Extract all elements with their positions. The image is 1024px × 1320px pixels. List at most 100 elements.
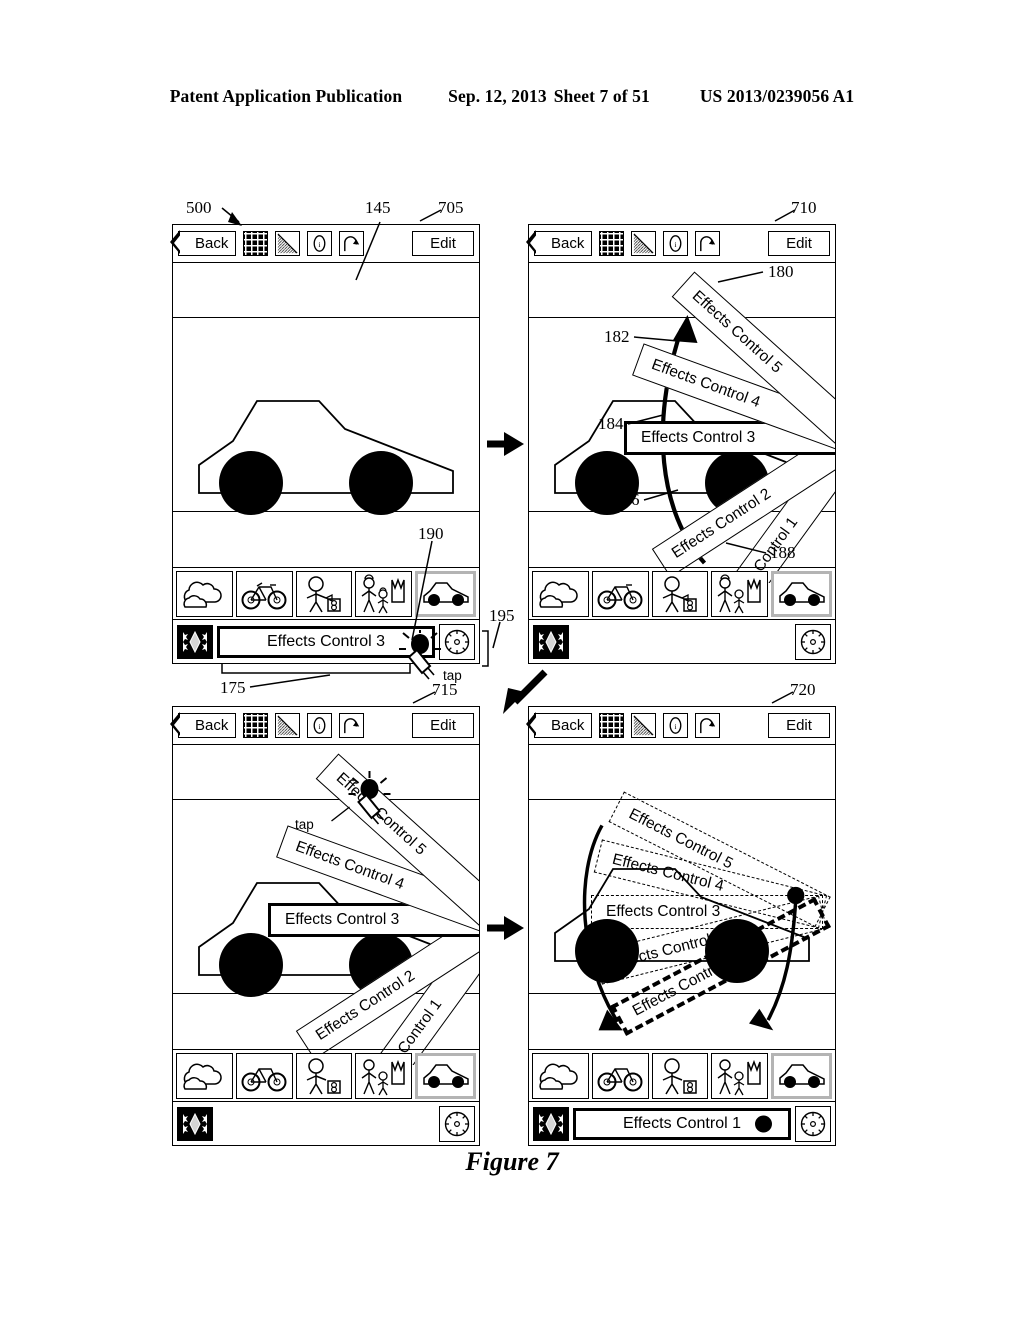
rotate-icon[interactable] <box>339 231 365 256</box>
toolbar: Back i Edit <box>525 225 835 263</box>
rotate-icon[interactable] <box>339 713 365 738</box>
image-canvas[interactable]: Effects Control 1 Effects Control 2 Effe… <box>173 745 479 1065</box>
gradient-icon[interactable] <box>631 713 657 738</box>
thumbnail-filmstrip[interactable] <box>529 1049 835 1101</box>
grid-icon[interactable] <box>243 713 269 738</box>
photographer-thumbnail[interactable] <box>295 1052 353 1099</box>
edit-button-label: Edit <box>430 235 456 252</box>
car-thumbnail[interactable] <box>771 1052 832 1099</box>
tap-label: tap <box>295 817 314 832</box>
grid-icon[interactable] <box>599 713 625 738</box>
effects-bottom-bar[interactable]: Effects Control 1 <box>529 1101 835 1145</box>
bicycle-thumbnail[interactable] <box>235 570 293 617</box>
gradient-icon[interactable] <box>275 231 301 256</box>
ref-195: 195 <box>489 606 515 625</box>
edit-button-label: Edit <box>430 717 456 734</box>
clouds-thumbnail[interactable] <box>176 1052 233 1099</box>
photographer-thumbnail[interactable] <box>651 570 709 617</box>
fan-bar-5-label: Effects Control 5 <box>332 769 430 859</box>
ref-720: 720 <box>790 680 816 699</box>
canvas-divider-top <box>529 799 835 800</box>
publication-date: Sep. 12, 2013 <box>448 86 547 106</box>
photographer-thumbnail[interactable] <box>651 1052 709 1099</box>
family-thumbnail[interactable] <box>711 1052 769 1099</box>
toolbar: Back i Edit <box>169 707 479 745</box>
bicycle-thumbnail[interactable] <box>235 1052 293 1099</box>
wheel-icon[interactable] <box>795 1105 831 1142</box>
back-button[interactable]: Back <box>525 230 593 256</box>
car-thumbnail[interactable] <box>415 570 476 617</box>
svg-text:i: i <box>319 722 321 731</box>
clouds-thumbnail[interactable] <box>176 570 233 617</box>
sparkle-icon[interactable] <box>177 1106 213 1141</box>
device-panel-500: Back i Edit Effects Control 3 <box>169 224 480 664</box>
ref-705: 705 <box>438 198 464 217</box>
annotation-layer <box>221 207 796 940</box>
info-icon[interactable]: i <box>663 713 689 738</box>
sheet-number: Sheet 7 of 51 <box>553 86 650 106</box>
selected-effect-bar[interactable] <box>217 1108 435 1140</box>
ref-175: 175 <box>220 678 246 697</box>
effects-bottom-bar[interactable] <box>529 619 835 663</box>
photographer-thumbnail[interactable] <box>295 570 353 617</box>
back-button[interactable]: Back <box>525 712 593 738</box>
effects-bottom-bar[interactable] <box>173 1101 479 1145</box>
grid-icon[interactable] <box>599 231 625 256</box>
ref-188: 188 <box>770 543 796 562</box>
sparkle-icon[interactable] <box>533 624 569 659</box>
sparkle-icon[interactable] <box>177 624 213 659</box>
clouds-thumbnail[interactable] <box>532 1052 589 1099</box>
edit-button[interactable]: Edit <box>412 713 474 738</box>
car-thumbnail[interactable] <box>415 1052 476 1099</box>
family-thumbnail[interactable] <box>711 570 769 617</box>
info-icon[interactable]: i <box>307 231 333 256</box>
edit-button-label: Edit <box>786 235 812 252</box>
thumbnail-filmstrip[interactable] <box>529 567 835 619</box>
image-canvas[interactable]: Effects Control 1 Effects Control 2 Effe… <box>529 745 835 1065</box>
family-thumbnail[interactable] <box>355 1052 413 1099</box>
bicycle-thumbnail[interactable] <box>591 1052 649 1099</box>
back-button-label: Back <box>551 235 585 252</box>
car-illustration <box>195 869 461 999</box>
bicycle-thumbnail[interactable] <box>591 570 649 617</box>
selected-effect-bar[interactable]: Effects Control 3 <box>217 625 435 658</box>
grid-icon[interactable] <box>243 231 269 256</box>
thumbnail-filmstrip[interactable] <box>173 1049 479 1101</box>
thumbnail-filmstrip[interactable] <box>173 567 479 619</box>
wheel-icon[interactable] <box>795 623 831 660</box>
selected-effect-bar[interactable] <box>573 626 791 658</box>
sparkle-icon[interactable] <box>533 1106 569 1141</box>
back-button[interactable]: Back <box>169 712 237 738</box>
wheel-icon[interactable] <box>439 1105 475 1142</box>
selected-effect-label: Effects Control 3 <box>267 632 385 650</box>
effects-bottom-bar[interactable]: Effects Control 3 <box>173 619 479 663</box>
selected-effect-label: Effects Control 1 <box>623 1114 741 1132</box>
wheel-icon[interactable] <box>439 623 475 660</box>
clouds-thumbnail[interactable] <box>532 570 589 617</box>
edit-button[interactable]: Edit <box>412 231 474 256</box>
effect-handle-dot[interactable] <box>755 1115 772 1132</box>
family-thumbnail[interactable] <box>355 570 413 617</box>
rotate-icon[interactable] <box>695 231 721 256</box>
gradient-icon[interactable] <box>275 713 301 738</box>
publication-label: Patent Application Publication <box>169 86 403 106</box>
device-panel-720: Back i Edit Effects Control 1 Effects Co… <box>525 706 836 1146</box>
info-icon[interactable]: i <box>663 231 689 256</box>
rotate-icon[interactable] <box>695 713 721 738</box>
edit-button[interactable]: Edit <box>768 713 830 738</box>
car-illustration <box>551 855 817 985</box>
back-button-label: Back <box>195 717 229 734</box>
figure-caption: Figure 7 <box>465 1147 559 1176</box>
car-thumbnail[interactable] <box>771 570 832 617</box>
ref-710: 710 <box>791 198 817 217</box>
device-panel-710: Back i Edit Effects Control 1 Effects Co… <box>525 224 836 664</box>
selected-effect-bar[interactable]: Effects Control 1 <box>573 1107 791 1140</box>
gradient-icon[interactable] <box>631 231 657 256</box>
canvas-divider-top <box>173 317 479 318</box>
ref-715: 715 <box>432 680 458 699</box>
info-icon[interactable]: i <box>307 713 333 738</box>
image-canvas[interactable]: Effects Control 1 Effects Control 2 Effe… <box>529 263 835 583</box>
edit-button[interactable]: Edit <box>768 231 830 256</box>
back-button[interactable]: Back <box>169 230 237 256</box>
tap-label-panel1: tap <box>443 668 462 683</box>
